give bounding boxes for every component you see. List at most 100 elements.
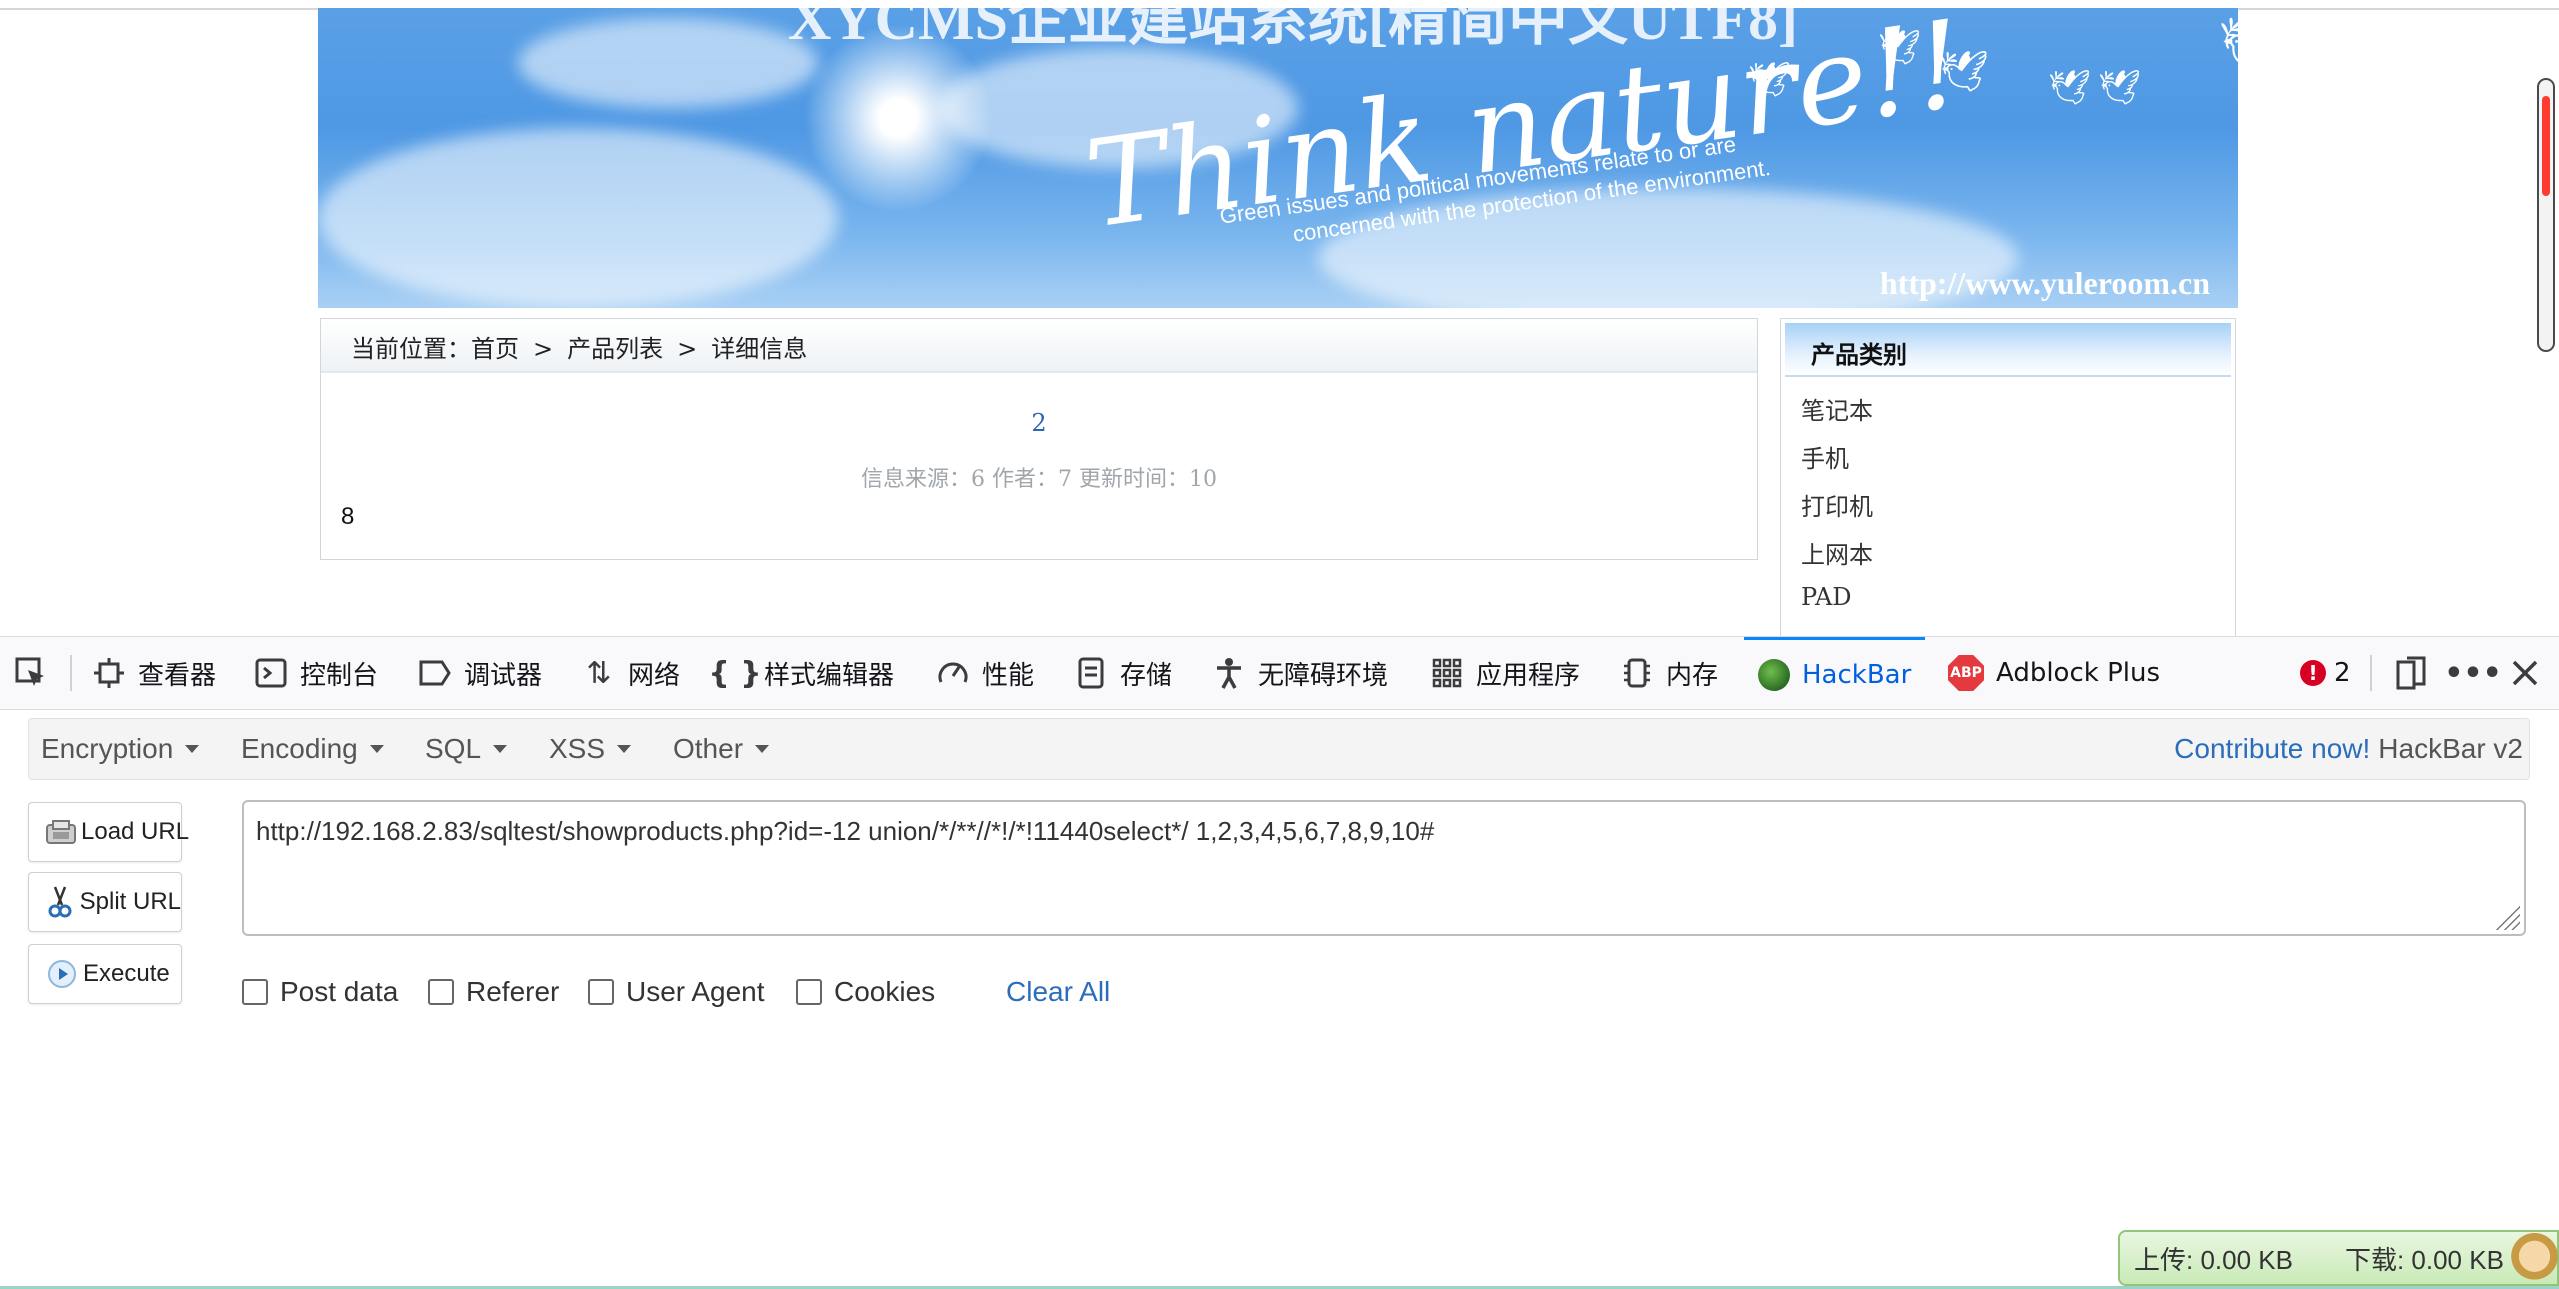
menu-xss[interactable]: XSS [549,719,632,779]
storage-icon [1074,656,1108,690]
checkbox-box[interactable] [242,979,268,1005]
breadcrumb: 当前位置：首页 > 产品列表 > 详细信息 [321,319,1757,373]
tab-hackbar[interactable]: HackBar [1744,637,1926,709]
sidebar-header: 产品类别 [1785,323,2231,377]
tab-label: Adblock Plus [1996,658,2161,688]
error-icon: ! [2300,660,2326,686]
hackbar-icon [1758,658,1790,691]
menu-label: Encoding [241,733,358,764]
inspector-icon [92,656,126,690]
console-icon [254,656,288,690]
tab-memory[interactable]: 内存 [1620,637,1718,709]
abp-icon: ABP [1948,655,1984,691]
tab-application[interactable]: 应用程序 [1430,637,1580,709]
banner-cloud [518,18,818,108]
sidebar-item-printer[interactable]: 打印机 [1801,487,1873,522]
tab-inspector[interactable]: 查看器 [92,637,216,709]
menu-label: Other [673,733,744,764]
load-url-button[interactable]: Load URL [28,802,189,862]
scrollbar-thumb[interactable] [2542,96,2550,196]
download-speed: 下载: 0.00 KB [2344,1244,2504,1275]
banner-cloud [318,128,838,308]
hackbar-version: HackBar v2 [2378,733,2523,764]
product-title[interactable]: 2 [321,409,1757,437]
element-picker-button[interactable] [14,637,48,709]
tab-debugger[interactable]: 调试器 [418,637,542,709]
tab-label: 存储 [1120,660,1173,691]
page-scrollbar[interactable] [2537,78,2555,352]
checkbox-label: Post data [280,976,399,1007]
breadcrumb-list-link[interactable]: 产品列表 [567,335,663,363]
clear-all-link[interactable]: Clear All [1006,974,1110,1010]
caret-down-icon [369,745,384,753]
tab-label: 控制台 [300,660,379,691]
sidebar-item-phone[interactable]: 手机 [1801,439,1849,474]
breadcrumb-home-link[interactable]: 首页 [471,335,519,363]
breadcrumb-separator: > [677,335,698,363]
performance-icon [936,656,970,690]
pick-element-icon [14,656,48,690]
checkbox-box[interactable] [428,979,454,1005]
checkbox-box[interactable] [588,979,614,1005]
banner-site-title: XYCMS企业建站系统[精简中文UTF8] [788,8,1798,52]
network-icon: ⇅ [586,655,612,691]
more-options-button[interactable]: ••• [2444,637,2502,709]
toolbar-divider [70,655,72,691]
tab-network[interactable]: ⇅ 网络 [582,637,680,709]
split-url-button[interactable]: Split URL [28,872,182,932]
breadcrumb-separator: > [533,335,554,363]
upload-speed: 上传: 0.00 KB [2134,1244,2293,1275]
tab-adblock-plus[interactable]: ABP Adblock Plus [1948,637,2160,709]
checkbox-label: Cookies [834,976,936,1007]
post-data-checkbox[interactable]: Post data [242,974,398,1010]
sidebar-item-notebook[interactable]: 笔记本 [1801,391,1873,426]
debugger-icon [418,656,452,690]
memory-icon [1620,656,1654,690]
tab-style-editor[interactable]: { } 样式编辑器 [708,637,894,709]
menu-label: XSS [549,733,606,764]
caret-down-icon [755,745,770,753]
url-textarea[interactable]: http://192.168.2.83/sqltest/showproducts… [242,800,2526,936]
style-editor-icon: { } [708,655,762,691]
tab-storage[interactable]: 存储 [1074,637,1172,709]
checkbox-box[interactable] [796,979,822,1005]
tab-label: 调试器 [464,660,543,691]
tab-accessibility[interactable]: 无障碍环境 [1212,637,1388,709]
tab-label: 性能 [982,660,1035,691]
resize-grip-icon[interactable] [2496,906,2520,930]
breadcrumb-label: 当前位置： [351,335,471,363]
ellipsis-icon: ••• [2444,655,2502,691]
bird-icon: 🕊 [2098,69,2142,107]
contribute-link[interactable]: Contribute now! [2174,733,2370,765]
cookies-checkbox[interactable]: Cookies [796,974,935,1010]
load-url-icon [45,815,77,849]
sidebar-title: 产品类别 [1811,340,1907,369]
error-count-button[interactable]: ! 2 [2300,637,2351,709]
tab-console[interactable]: 控制台 [254,637,378,709]
caret-down-icon [493,745,508,753]
caret-down-icon [617,745,632,753]
user-agent-checkbox[interactable]: User Agent [588,974,765,1010]
tab-label: 网络 [628,660,681,691]
tab-label: 内存 [1666,660,1719,691]
menu-sql[interactable]: SQL [425,719,508,779]
dock-side-icon [2394,656,2428,690]
menu-encryption[interactable]: Encryption [41,719,200,779]
url-value: http://192.168.2.83/sqltest/showproducts… [256,816,1435,846]
site-banner: XYCMS企业建站系统[精简中文UTF8] 🕊 🕊 🕊 🕊 🕊 🕊 🕊 🕊 Th… [318,8,2238,308]
sidebar-item-pad[interactable]: PAD [1801,583,1852,611]
tab-label: 应用程序 [1476,660,1581,691]
dock-toggle-button[interactable] [2394,637,2428,709]
referer-checkbox[interactable]: Referer [428,974,559,1010]
menu-encoding[interactable]: Encoding [241,719,384,779]
detail-panel: 当前位置：首页 > 产品列表 > 详细信息 2 信息来源：6 作者：7 更新时间：10 … [320,318,1758,560]
close-devtools-button[interactable] [2508,637,2542,709]
error-count: 2 [2334,658,2351,688]
execute-button[interactable]: Execute [28,944,182,1004]
product-content: 8 [341,503,355,530]
bird-icon: 🕊 [2048,69,2092,107]
menu-other[interactable]: Other [673,719,770,779]
sidebar-item-netbook[interactable]: 上网本 [1801,535,1873,570]
tab-performance[interactable]: 性能 [936,637,1034,709]
devtools-toolbar: 查看器 控制台 调试器 ⇅ 网络 { } 样式编辑器 性能 存储 无障碍环境 应… [0,636,2559,710]
